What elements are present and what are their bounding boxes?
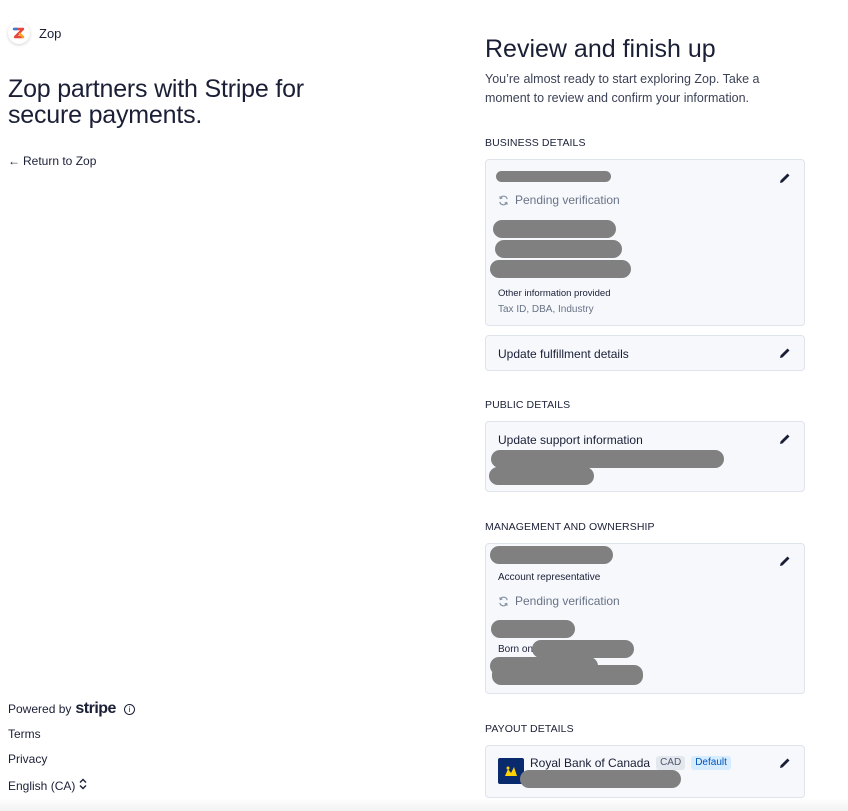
info-icon[interactable]: i bbox=[123, 703, 135, 715]
redacted-text bbox=[489, 467, 594, 485]
section-label-public: PUBLIC DETAILS bbox=[485, 399, 571, 411]
fulfillment-card[interactable]: Update fulfillment details bbox=[485, 335, 805, 371]
section-label-business: BUSINESS DETAILS bbox=[485, 137, 586, 149]
redacted-text bbox=[491, 450, 724, 468]
bottom-shadow bbox=[0, 798, 848, 811]
other-info-label: Other information provided bbox=[498, 288, 611, 299]
verification-status-label: Pending verification bbox=[515, 594, 620, 608]
fulfillment-label: Update fulfillment details bbox=[498, 347, 629, 361]
redacted-text bbox=[520, 770, 681, 788]
redacted-text bbox=[493, 220, 616, 238]
chevron-updown-icon bbox=[79, 778, 87, 793]
born-on-label: Born on bbox=[498, 644, 534, 655]
redacted-text bbox=[496, 171, 611, 182]
public-details-card[interactable]: Update support information bbox=[485, 421, 805, 492]
edit-pencil-icon[interactable] bbox=[778, 756, 792, 770]
default-badge: Default bbox=[691, 756, 731, 770]
terms-link[interactable]: Terms bbox=[8, 727, 135, 743]
page-title: Review and finish up bbox=[485, 35, 716, 63]
bank-row: Royal Bank of Canada CAD Default bbox=[530, 756, 731, 770]
representative-role: Account representative bbox=[498, 572, 601, 583]
redacted-text bbox=[490, 546, 613, 564]
section-label-management: MANAGEMENT AND OWNERSHIP bbox=[485, 521, 655, 533]
powered-by-label: Powered by bbox=[8, 702, 72, 716]
zop-logo-icon bbox=[8, 22, 30, 44]
other-info-value: Tax ID, DBA, Industry bbox=[498, 304, 594, 315]
powered-by-stripe[interactable]: Powered by stripe i bbox=[8, 700, 135, 718]
redacted-text bbox=[532, 640, 634, 658]
payout-card[interactable]: Royal Bank of Canada CAD Default bbox=[485, 745, 805, 798]
redacted-text bbox=[491, 620, 575, 638]
verification-status-label: Pending verification bbox=[515, 193, 620, 207]
edit-pencil-icon[interactable] bbox=[778, 346, 792, 360]
verification-status: Pending verification bbox=[498, 594, 620, 608]
sync-icon bbox=[499, 195, 508, 205]
redacted-text bbox=[495, 240, 622, 258]
return-link-label: Return to Zop bbox=[23, 154, 97, 168]
page-headline: Zop partners with Stripe for secure paym… bbox=[8, 75, 304, 129]
currency-badge: CAD bbox=[656, 756, 686, 770]
return-link[interactable]: ← Return to Zop bbox=[8, 154, 96, 168]
redacted-text bbox=[490, 260, 631, 278]
section-label-payout: PAYOUT DETAILS bbox=[485, 723, 574, 735]
edit-pencil-icon[interactable] bbox=[778, 171, 792, 185]
verification-status: Pending verification bbox=[498, 193, 620, 207]
privacy-link[interactable]: Privacy bbox=[8, 752, 135, 768]
management-card[interactable]: Account representative Pending verificat… bbox=[485, 543, 805, 694]
sync-icon bbox=[499, 596, 508, 606]
edit-pencil-icon[interactable] bbox=[778, 554, 792, 568]
redacted-text bbox=[492, 665, 643, 685]
footer: Powered by stripe i Terms Privacy Englis… bbox=[8, 700, 135, 793]
brand: Zop bbox=[8, 22, 61, 44]
page-subtitle: You’re almost ready to start exploring Z… bbox=[485, 72, 760, 105]
bank-name: Royal Bank of Canada bbox=[530, 756, 651, 770]
brand-name: Zop bbox=[39, 25, 62, 41]
language-label: English (CA) bbox=[8, 778, 76, 793]
business-details-card[interactable]: Pending verification Other information p… bbox=[485, 159, 805, 326]
stripe-logo: stripe bbox=[75, 700, 116, 717]
language-selector[interactable]: English (CA) bbox=[8, 778, 135, 793]
support-label: Update support information bbox=[498, 433, 643, 447]
arrow-left-icon: ← bbox=[8, 154, 20, 168]
edit-pencil-icon[interactable] bbox=[778, 432, 792, 446]
